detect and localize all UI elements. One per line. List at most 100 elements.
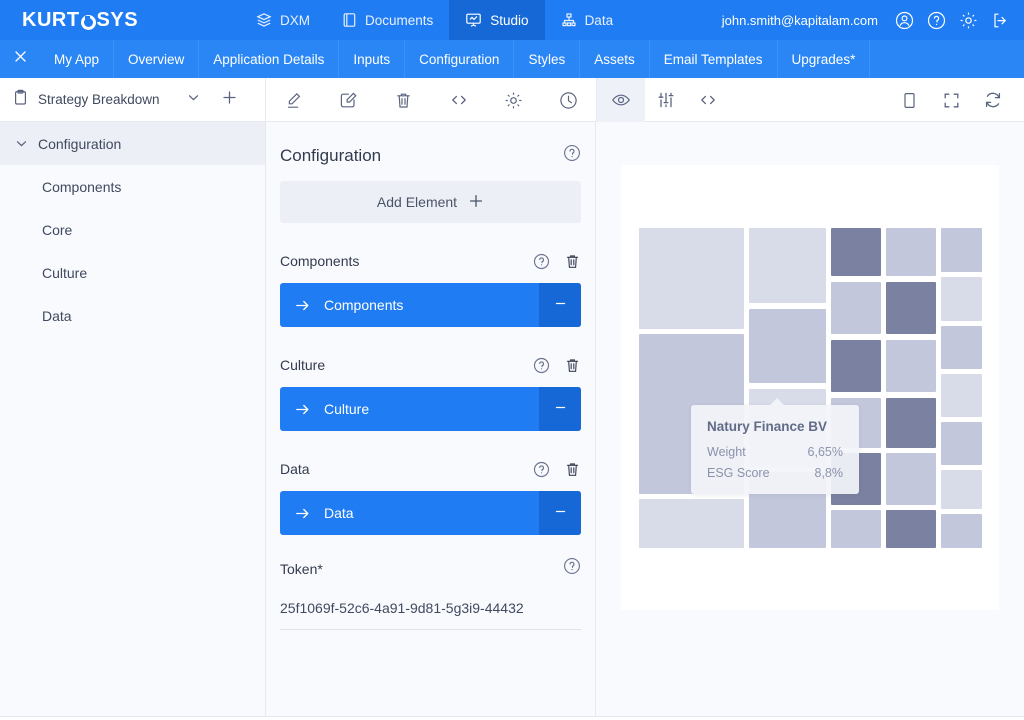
treemap-chart[interactable]: Natury Finance BV Weight 6,65% ESG Score… xyxy=(621,165,999,610)
appnav-item-my-app[interactable]: My App xyxy=(40,40,114,78)
config-group-header-culture: Culture xyxy=(280,349,581,381)
appnav-item-application-details[interactable]: Application Details xyxy=(199,40,339,78)
gear-icon[interactable] xyxy=(486,78,541,122)
config-group-header-components: Components xyxy=(280,245,581,277)
topnav-item-documents[interactable]: Documents xyxy=(326,0,449,40)
treemap-cell[interactable] xyxy=(941,277,982,321)
sliders-icon[interactable] xyxy=(645,78,687,122)
help-circle-icon[interactable] xyxy=(533,357,550,374)
document-icon xyxy=(342,12,357,28)
config-element-row-data[interactable]: Data xyxy=(280,491,581,535)
treemap-cell[interactable] xyxy=(941,422,982,465)
token-input[interactable] xyxy=(280,580,581,630)
tooltip-row-value: 6,65% xyxy=(808,445,843,459)
sidebar-group-configuration[interactable]: Configuration xyxy=(0,122,265,165)
app-tab-bar: My App Overview Application Details Inpu… xyxy=(0,40,1024,78)
sidebar-item-culture[interactable]: Culture xyxy=(0,251,265,294)
treemap-cell[interactable] xyxy=(941,228,982,272)
appnav-item-upgrades[interactable]: Upgrades* xyxy=(778,40,871,78)
treemap-cell[interactable] xyxy=(886,340,936,392)
eye-icon[interactable] xyxy=(597,78,645,122)
tooltip-row-label: ESG Score xyxy=(707,466,770,480)
edit-square-icon[interactable] xyxy=(321,78,376,122)
treemap-cell[interactable] xyxy=(749,309,826,383)
config-element-label: Components xyxy=(324,297,539,313)
code-brackets-icon[interactable] xyxy=(431,78,486,122)
logo-text-pre: KURT xyxy=(22,9,80,32)
appnav-item-assets[interactable]: Assets xyxy=(580,40,650,78)
help-circle-icon[interactable] xyxy=(563,144,581,167)
page-title: Configuration xyxy=(280,146,381,166)
action-bar: Discard Save xyxy=(0,716,1024,720)
config-element-row-culture[interactable]: Culture xyxy=(280,387,581,431)
trash-icon[interactable] xyxy=(564,461,581,478)
editor-toolbar: Strategy Breakdown xyxy=(0,78,1024,122)
appnav-item-inputs[interactable]: Inputs xyxy=(339,40,405,78)
preview-pane: Natury Finance BV Weight 6,65% ESG Score… xyxy=(596,122,1024,716)
treemap-cell[interactable] xyxy=(941,514,982,548)
refresh-icon[interactable] xyxy=(972,78,1014,122)
collapse-button[interactable] xyxy=(539,491,581,535)
close-app-button[interactable] xyxy=(0,40,40,78)
appnav-item-email-templates[interactable]: Email Templates xyxy=(650,40,778,78)
fullscreen-icon[interactable] xyxy=(930,78,972,122)
trash-icon[interactable] xyxy=(376,78,431,122)
treemap-cell[interactable] xyxy=(831,340,881,392)
treemap-cell[interactable] xyxy=(886,510,936,548)
topnav-item-dxm[interactable]: DXM xyxy=(240,0,326,40)
config-group-actions xyxy=(533,357,581,374)
help-circle-icon[interactable] xyxy=(533,461,550,478)
kurtosys-logo[interactable]: KURTSYS xyxy=(0,9,240,32)
treemap-cell[interactable] xyxy=(831,510,881,548)
history-clock-icon[interactable] xyxy=(541,78,596,122)
collapse-button[interactable] xyxy=(539,283,581,327)
treemap-cell[interactable] xyxy=(886,282,936,334)
minus-icon xyxy=(553,504,568,522)
treemap-cell[interactable] xyxy=(886,398,936,448)
collapse-button[interactable] xyxy=(539,387,581,431)
treemap-cell[interactable] xyxy=(886,228,936,276)
brand-bar: KURTSYS DXM Documents xyxy=(0,0,1024,40)
account-icon[interactable] xyxy=(895,11,914,30)
toolbar-preview-group xyxy=(597,78,1024,121)
code-brackets-icon[interactable] xyxy=(687,78,729,122)
appnav-item-styles[interactable]: Styles xyxy=(514,40,580,78)
treemap-cell[interactable] xyxy=(831,282,881,334)
close-icon xyxy=(13,49,28,69)
trash-icon[interactable] xyxy=(564,253,581,270)
trash-icon[interactable] xyxy=(564,357,581,374)
config-element-label: Data xyxy=(324,505,539,521)
treemap-cell[interactable] xyxy=(639,228,744,329)
treemap-cell[interactable] xyxy=(941,374,982,417)
sidebar-item-data[interactable]: Data xyxy=(0,294,265,337)
help-circle-icon[interactable] xyxy=(563,557,581,580)
add-document-button[interactable] xyxy=(212,78,248,122)
add-element-button[interactable]: Add Element xyxy=(280,181,581,223)
treemap-cell[interactable] xyxy=(941,326,982,369)
topnav-item-data[interactable]: Data xyxy=(545,0,630,40)
config-group-label: Data xyxy=(280,461,310,477)
config-element-row-components[interactable]: Components xyxy=(280,283,581,327)
appnav-item-configuration[interactable]: Configuration xyxy=(405,40,514,78)
device-portrait-icon[interactable] xyxy=(888,78,930,122)
treemap-cell[interactable] xyxy=(886,453,936,505)
help-circle-icon[interactable] xyxy=(533,253,550,270)
user-email: john.smith@kapitalam.com xyxy=(722,13,878,28)
help-icon[interactable] xyxy=(927,11,946,30)
config-group-label: Culture xyxy=(280,357,325,373)
treemap-cell[interactable] xyxy=(639,499,744,548)
gear-icon[interactable] xyxy=(959,11,978,30)
treemap-cell[interactable] xyxy=(941,470,982,509)
document-dropdown-button[interactable] xyxy=(176,78,212,122)
logout-icon[interactable] xyxy=(991,11,1010,30)
sidebar-group-label: Configuration xyxy=(38,136,121,152)
treemap-cell[interactable] xyxy=(749,228,826,303)
pencil-underline-icon[interactable] xyxy=(266,78,321,122)
token-field-header: Token* xyxy=(280,557,581,580)
appnav-item-overview[interactable]: Overview xyxy=(114,40,199,78)
config-group-label: Components xyxy=(280,253,359,269)
sidebar-item-components[interactable]: Components xyxy=(0,165,265,208)
topnav-item-studio[interactable]: Studio xyxy=(449,0,544,40)
sidebar-item-core[interactable]: Core xyxy=(0,208,265,251)
treemap-cell[interactable] xyxy=(831,228,881,276)
